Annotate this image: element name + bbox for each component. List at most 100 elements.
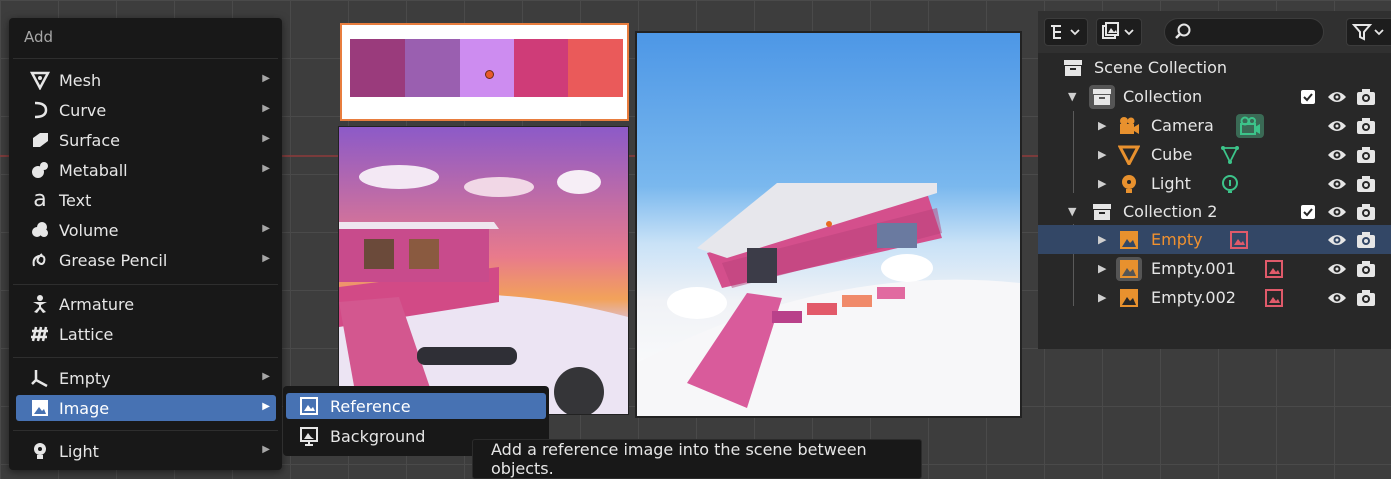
- render-camera-icon[interactable]: [1356, 145, 1376, 165]
- light-data-icon[interactable]: [1220, 174, 1240, 194]
- menu-separator: [13, 58, 278, 59]
- submenu-arrow-icon: ▶: [262, 444, 270, 455]
- text-icon: a: [33, 187, 47, 212]
- armature-icon: [29, 293, 51, 315]
- render-camera-icon[interactable]: [1356, 230, 1376, 250]
- menu-item-label: Text: [59, 190, 92, 210]
- add-menu: Add Mesh ▶ Curve ▶ Surface ▶ Metaball ▶ …: [9, 18, 282, 470]
- house-scene-reference-image[interactable]: [635, 31, 1022, 418]
- menu-item-text[interactable]: a Text: [16, 187, 276, 213]
- render-camera-icon[interactable]: [1356, 259, 1376, 279]
- submenu-arrow-icon: ▶: [262, 223, 270, 234]
- render-camera-icon[interactable]: [1356, 202, 1376, 222]
- image-data-icon[interactable]: [1264, 288, 1284, 308]
- menu-item-label: Mesh: [59, 70, 102, 90]
- eye-icon[interactable]: [1327, 174, 1347, 194]
- menu-item-surface[interactable]: Surface ▶: [16, 127, 276, 153]
- menu-item-label: Image: [59, 398, 110, 418]
- render-camera-icon[interactable]: [1356, 288, 1376, 308]
- expand-toggle-icon[interactable]: ▶: [1098, 233, 1106, 246]
- outliner-row-label: Empty.001: [1151, 259, 1236, 278]
- eye-icon[interactable]: [1327, 288, 1347, 308]
- submenu-arrow-icon: ▶: [262, 133, 270, 144]
- submenu-item-reference[interactable]: Reference: [286, 393, 546, 419]
- menu-item-label: Lattice: [59, 324, 114, 344]
- outliner-row-light[interactable]: ▶ Light: [1038, 169, 1391, 198]
- image-empty-icon: [1118, 287, 1140, 309]
- eye-icon[interactable]: [1327, 202, 1347, 222]
- menu-item-label: Curve: [59, 100, 107, 120]
- render-camera-icon[interactable]: [1356, 87, 1376, 107]
- display-mode-dropdown[interactable]: [1044, 18, 1088, 46]
- palette-swatch: [405, 39, 460, 97]
- eye-icon[interactable]: [1327, 87, 1347, 107]
- add-menu-title: Add: [24, 28, 54, 46]
- filter-dropdown[interactable]: [1346, 18, 1391, 46]
- outliner-row-empty[interactable]: ▶ Empty: [1038, 225, 1391, 254]
- grease-pencil-icon: [29, 249, 51, 271]
- sunset-scene-reference-image[interactable]: [338, 126, 629, 415]
- outliner-row-label: Scene Collection: [1094, 58, 1228, 77]
- submenu-arrow-icon: ▶: [262, 103, 270, 114]
- render-camera-icon[interactable]: [1356, 174, 1376, 194]
- menu-item-light[interactable]: Light ▶: [16, 438, 276, 464]
- menu-item-label: Metaball: [59, 160, 128, 180]
- menu-item-volume[interactable]: Volume ▶: [16, 217, 276, 243]
- menu-item-metaball[interactable]: Metaball ▶: [16, 157, 276, 183]
- menu-item-mesh[interactable]: Mesh ▶: [16, 67, 276, 93]
- menu-item-image[interactable]: Image ▶: [16, 395, 276, 421]
- expand-toggle-icon[interactable]: ▶: [1098, 177, 1106, 190]
- expand-toggle-icon[interactable]: ▶: [1098, 119, 1106, 132]
- exclude-checkbox[interactable]: [1301, 89, 1315, 104]
- eye-icon[interactable]: [1327, 145, 1347, 165]
- filter-view-dropdown[interactable]: [1096, 18, 1142, 46]
- menu-item-label: Empty: [59, 368, 111, 388]
- expand-toggle-icon[interactable]: ▶: [1098, 291, 1106, 304]
- submenu-arrow-icon: ▶: [262, 73, 270, 84]
- object-origin-dot: [485, 70, 494, 79]
- light-icon: [29, 440, 51, 462]
- expand-toggle-icon[interactable]: ▶: [1098, 262, 1106, 275]
- expand-toggle-icon[interactable]: ▼: [1068, 90, 1076, 103]
- submenu-item-label: Background: [330, 426, 426, 446]
- outliner-row-cube[interactable]: ▶ Cube: [1038, 140, 1391, 169]
- outliner-row-empty-001[interactable]: ▶ Empty.001: [1038, 254, 1391, 283]
- menu-separator: [13, 357, 278, 358]
- menu-item-grease-pencil[interactable]: Grease Pencil ▶: [16, 247, 276, 273]
- menu-item-label: Armature: [59, 294, 135, 314]
- outliner-row-label: Cube: [1151, 145, 1193, 164]
- menu-item-curve[interactable]: Curve ▶: [16, 97, 276, 123]
- funnel-icon: [1351, 24, 1384, 41]
- outliner-row-label: Collection 2: [1123, 202, 1218, 221]
- expand-toggle-icon[interactable]: ▼: [1068, 205, 1076, 218]
- menu-item-empty[interactable]: Empty ▶: [16, 365, 276, 391]
- render-camera-icon[interactable]: [1356, 116, 1376, 136]
- mesh-icon: [29, 69, 51, 91]
- menu-item-armature[interactable]: Armature: [16, 291, 276, 317]
- menu-item-lattice[interactable]: Lattice: [16, 321, 276, 347]
- collection-icon: [1089, 84, 1115, 109]
- light-object-icon: [1118, 173, 1140, 195]
- expand-toggle-icon[interactable]: ▶: [1098, 148, 1106, 161]
- background-image-icon: [298, 425, 320, 447]
- tooltip: Add a reference image into the scene bet…: [472, 439, 922, 479]
- eye-icon[interactable]: [1327, 230, 1347, 250]
- camera-data-icon[interactable]: [1236, 113, 1264, 138]
- outliner-row-empty-002[interactable]: ▶ Empty.002: [1038, 283, 1391, 312]
- submenu-arrow-icon: ▶: [262, 371, 270, 382]
- outliner-row-camera[interactable]: ▶ Camera: [1038, 111, 1391, 140]
- house-scene-illustration: [637, 183, 1020, 416]
- exclude-checkbox[interactable]: [1301, 204, 1315, 219]
- search-input[interactable]: [1164, 18, 1324, 46]
- reference-image-icon: [298, 395, 320, 417]
- eye-icon[interactable]: [1327, 116, 1347, 136]
- outliner-row-scene-collection[interactable]: Scene Collection: [1038, 53, 1391, 82]
- palette-reference-image[interactable]: [340, 23, 629, 121]
- mesh-data-icon[interactable]: [1220, 145, 1240, 165]
- outliner-row-collection[interactable]: ▼ Collection: [1038, 82, 1391, 111]
- image-data-icon[interactable]: [1229, 230, 1249, 250]
- eye-icon[interactable]: [1327, 259, 1347, 279]
- image-data-icon[interactable]: [1264, 259, 1284, 279]
- outliner-row-collection-2[interactable]: ▼ Collection 2: [1038, 197, 1391, 226]
- outliner-row-label: Empty.002: [1151, 288, 1236, 307]
